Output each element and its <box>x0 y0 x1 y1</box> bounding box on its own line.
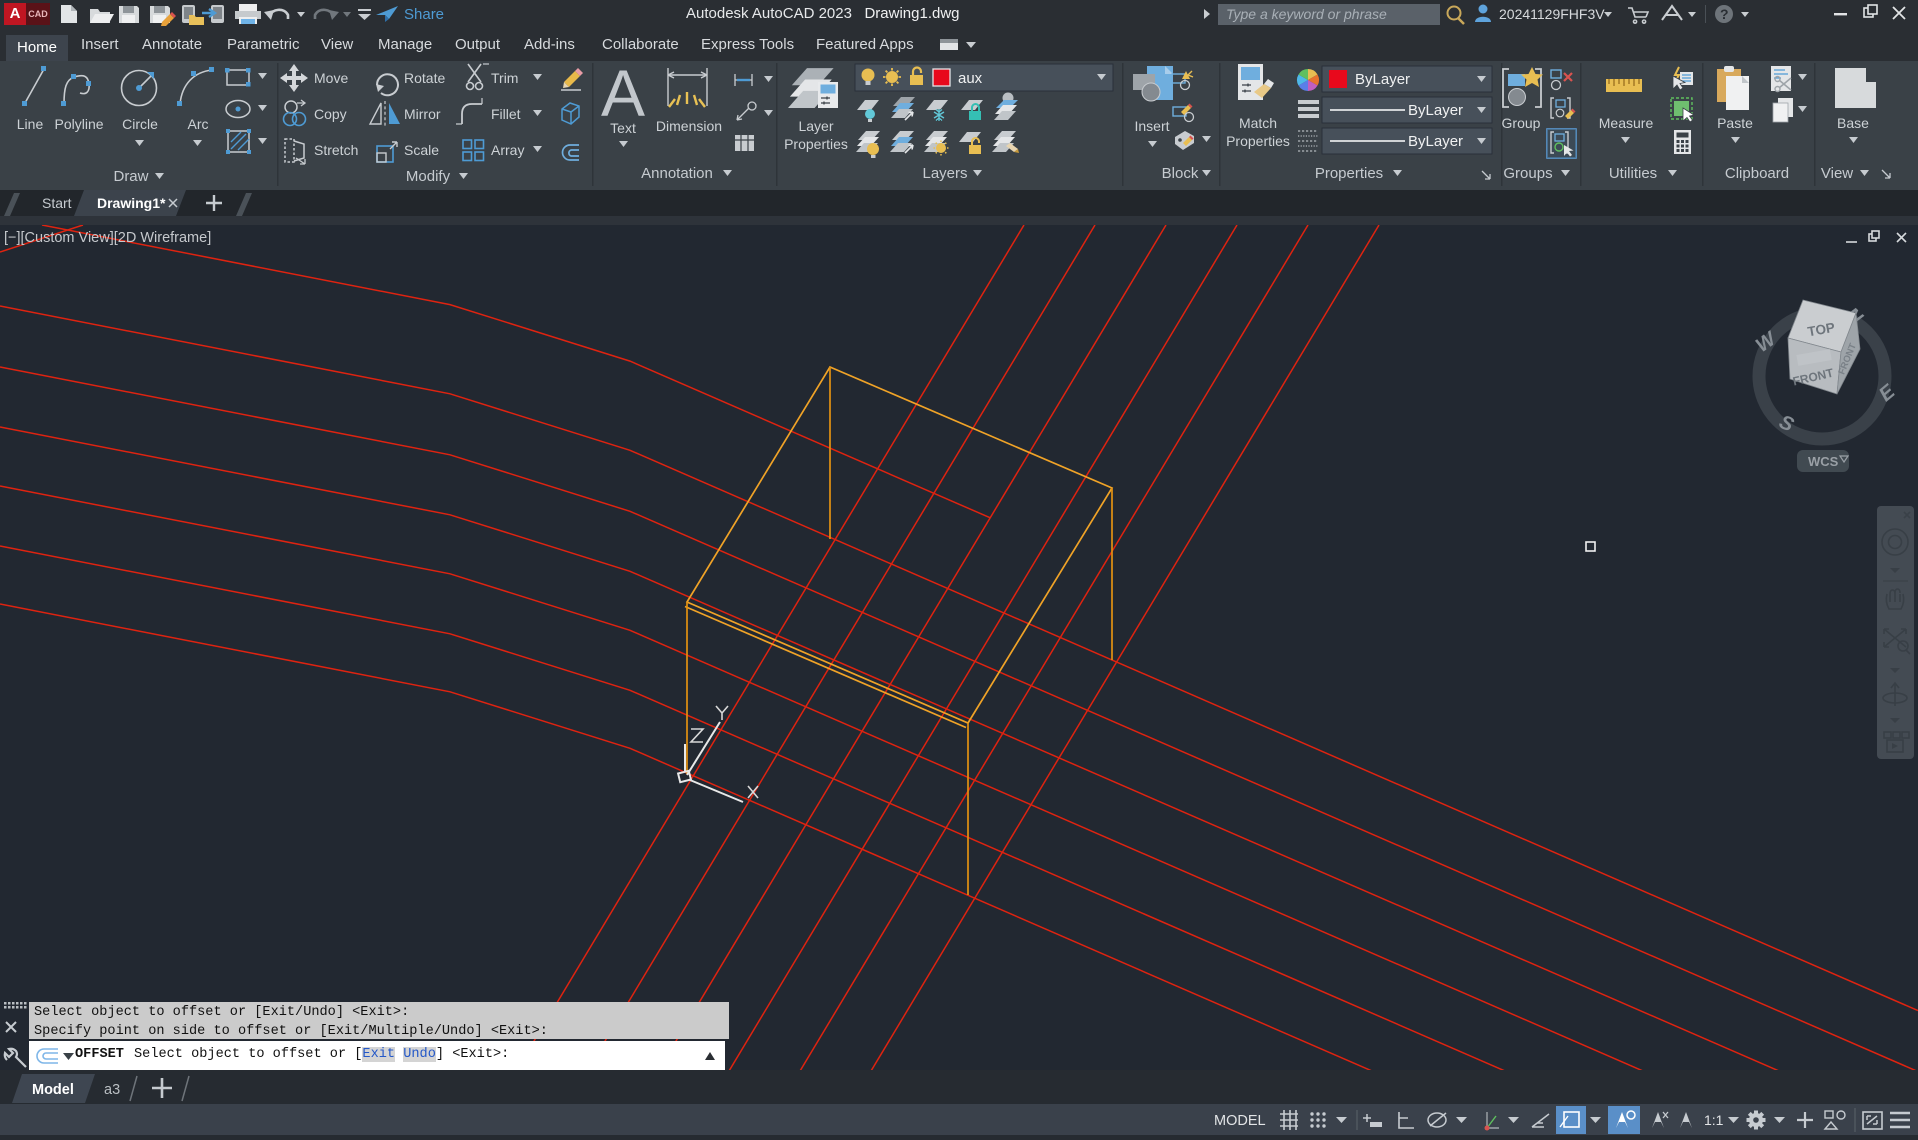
svg-text:Fillet: Fillet <box>491 106 521 122</box>
svg-text:20241129FHF3V: 20241129FHF3V <box>1499 6 1605 22</box>
svg-text:Measure: Measure <box>1599 115 1654 131</box>
svg-text:Insert: Insert <box>1134 118 1169 134</box>
svg-text:Trim: Trim <box>491 70 518 86</box>
svg-text:Utilities: Utilities <box>1609 165 1657 182</box>
svg-text:Circle: Circle <box>122 116 158 132</box>
svg-text:View: View <box>1821 165 1853 182</box>
svg-text:ByLayer: ByLayer <box>1355 71 1410 88</box>
svg-text:ByLayer: ByLayer <box>1408 133 1463 150</box>
svg-text:Share: Share <box>404 6 444 23</box>
svg-text:Groups: Groups <box>1503 165 1552 182</box>
svg-text:1:1: 1:1 <box>1704 1112 1724 1128</box>
svg-text:Scale: Scale <box>404 142 439 158</box>
svg-text:Layer: Layer <box>798 118 833 134</box>
svg-text:Modify: Modify <box>406 168 451 185</box>
svg-text:Rotate: Rotate <box>404 70 445 86</box>
svg-text:Match: Match <box>1239 115 1277 131</box>
svg-text:Properties: Properties <box>1226 133 1290 149</box>
svg-text:MODEL: MODEL <box>1214 1113 1266 1129</box>
svg-text:Stretch: Stretch <box>314 142 358 158</box>
svg-text:Drawing1*: Drawing1* <box>97 195 166 211</box>
svg-text:Base: Base <box>1837 115 1869 131</box>
svg-text:Type a keyword or phrase: Type a keyword or phrase <box>1226 6 1387 22</box>
svg-text:Text: Text <box>610 120 636 136</box>
svg-text:Polyline: Polyline <box>54 116 103 132</box>
svg-text:WCS: WCS <box>1808 454 1839 469</box>
svg-text:ByLayer: ByLayer <box>1408 102 1463 119</box>
svg-text:Start: Start <box>42 195 72 211</box>
svg-text:a3: a3 <box>104 1082 120 1098</box>
svg-text:Block: Block <box>1162 165 1199 182</box>
svg-text:Layers: Layers <box>922 165 967 182</box>
svg-text:?: ? <box>1720 6 1729 22</box>
svg-text:Clipboard: Clipboard <box>1725 165 1789 182</box>
svg-text:Arc: Arc <box>188 116 209 132</box>
svg-text:Model: Model <box>32 1082 74 1098</box>
svg-text:Dimension: Dimension <box>656 118 722 134</box>
svg-text:Annotation: Annotation <box>641 165 713 182</box>
svg-text:Line: Line <box>17 116 44 132</box>
svg-text:[−][Custom View][2D Wireframe]: [−][Custom View][2D Wireframe] <box>4 230 211 246</box>
svg-text:Paste: Paste <box>1717 115 1753 131</box>
svg-text:Array: Array <box>491 142 524 158</box>
svg-text:Properties: Properties <box>1315 165 1383 182</box>
svg-text:aux: aux <box>958 70 983 87</box>
svg-text:Group: Group <box>1502 115 1541 131</box>
svg-text:Draw: Draw <box>113 168 148 185</box>
svg-text:Properties: Properties <box>784 136 848 152</box>
svg-text:Copy: Copy <box>314 106 347 122</box>
svg-text:Mirror: Mirror <box>404 106 441 122</box>
svg-text:Move: Move <box>314 70 348 86</box>
